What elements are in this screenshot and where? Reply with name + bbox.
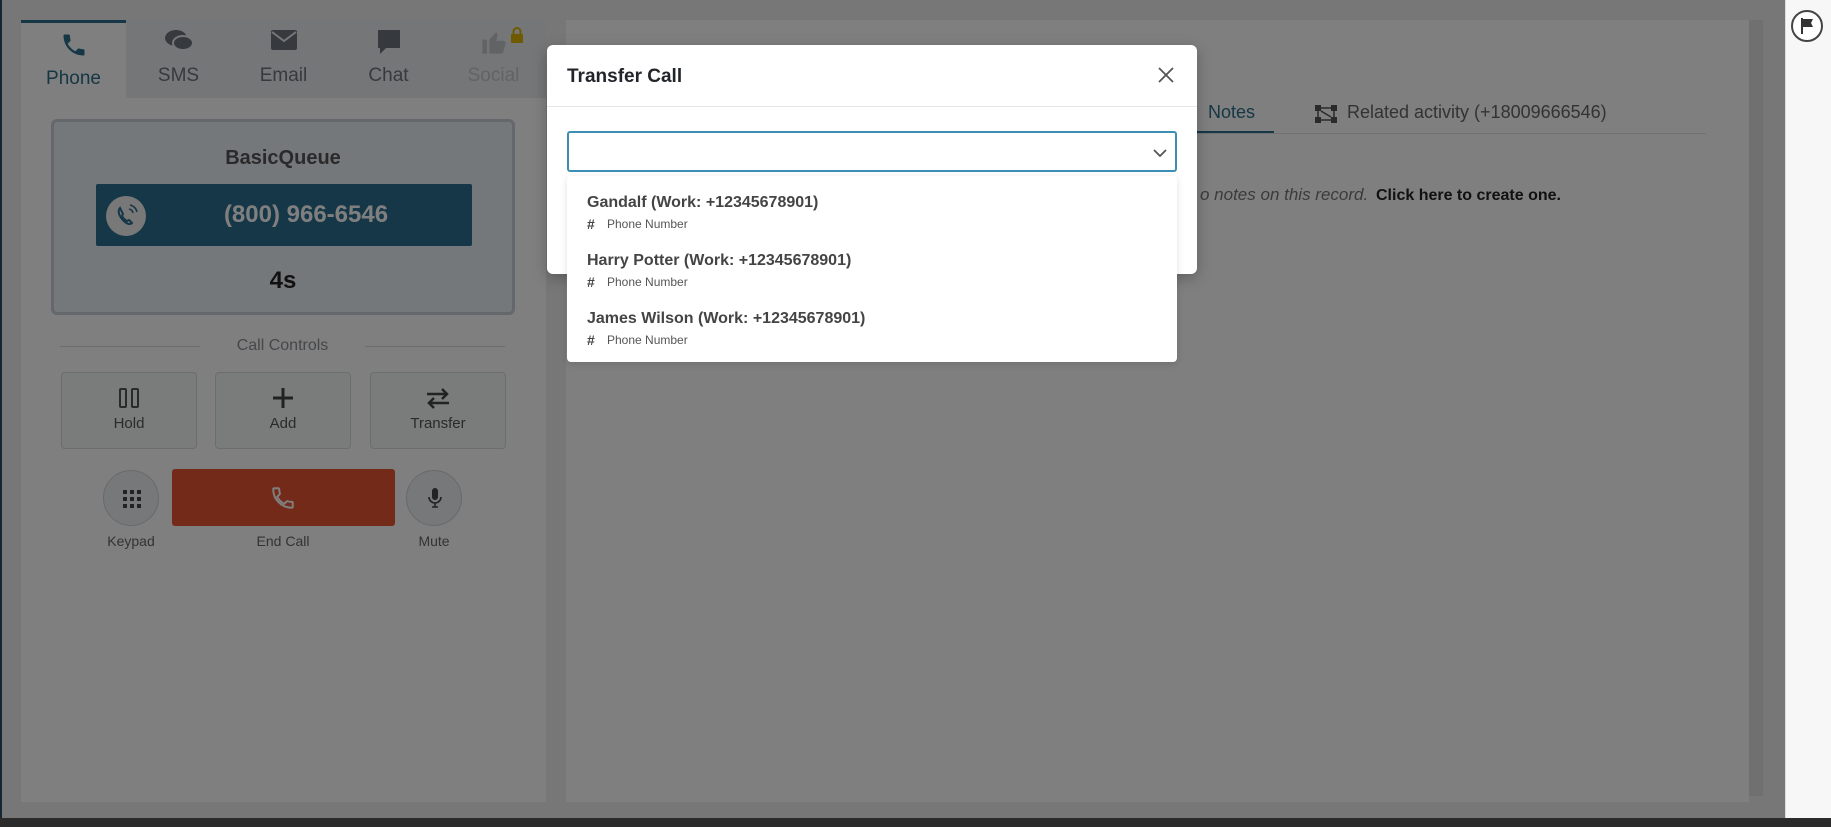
close-button[interactable] [1154, 63, 1178, 87]
list-item[interactable]: Harry Potter (Work: +12345678901) # Phon… [567, 234, 1177, 292]
option-subtitle: Phone Number [607, 275, 688, 289]
flag-icon [1800, 17, 1816, 40]
list-item[interactable]: James Wilson (Work: +12345678901) # Phon… [567, 292, 1177, 350]
list-item[interactable]: Gandalf (Work: +12345678901) # Phone Num… [567, 176, 1177, 234]
hash-icon: # [587, 332, 595, 348]
hash-icon: # [587, 216, 595, 232]
dialog-header-divider [547, 106, 1197, 107]
option-title: James Wilson (Work: +12345678901) [587, 310, 866, 327]
flag-button[interactable] [1791, 10, 1823, 42]
hash-icon: # [587, 274, 595, 290]
transfer-target-select[interactable] [567, 131, 1177, 172]
option-title: Gandalf (Work: +12345678901) [587, 194, 819, 211]
bottom-status-bar [0, 818, 1831, 827]
option-title: Harry Potter (Work: +12345678901) [587, 252, 852, 269]
option-subtitle: Phone Number [607, 333, 688, 347]
dialog-title: Transfer Call [567, 66, 683, 87]
close-icon [1158, 67, 1174, 83]
transfer-options-dropdown: Gandalf (Work: +12345678901) # Phone Num… [567, 176, 1177, 362]
option-subtitle: Phone Number [607, 217, 688, 231]
right-utility-strip [1785, 0, 1831, 827]
chevron-down-icon [1152, 145, 1168, 161]
